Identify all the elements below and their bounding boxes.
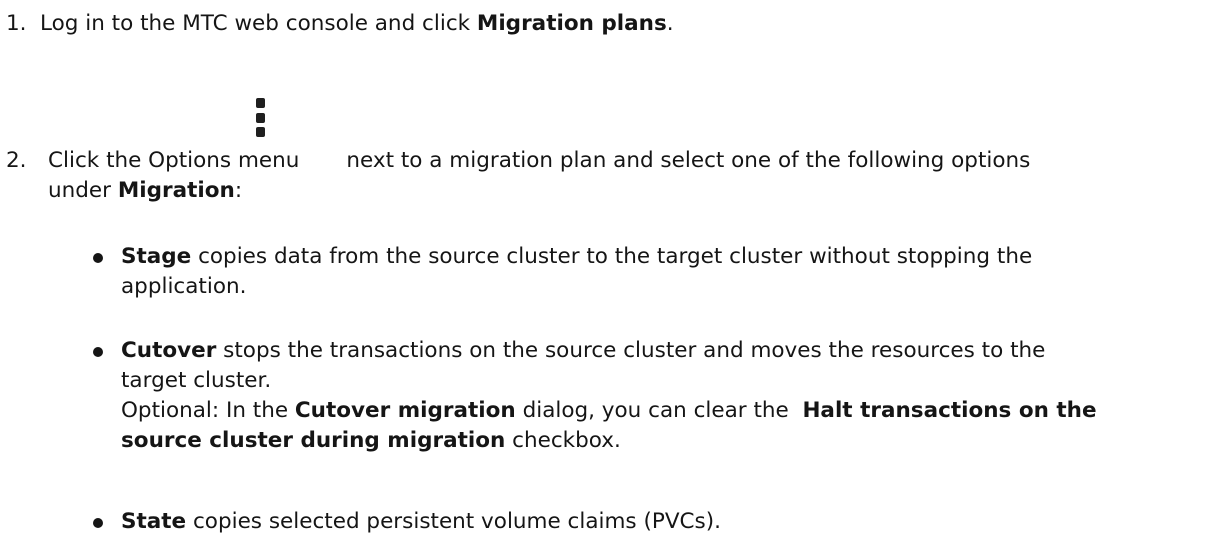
option-cutover-note-line2: source cluster during migration checkbox…	[121, 426, 621, 456]
halt-transactions-ui-label: Halt transactions on the	[802, 398, 1097, 423]
note-text: dialog, you can clear the	[515, 398, 803, 423]
option-term: Cutover	[121, 338, 217, 363]
migration-plans-ui-label: Migration plans	[476, 11, 667, 36]
step-number: 1.	[6, 11, 27, 36]
bullet-icon	[93, 347, 103, 357]
step-text-line2: under Migration:	[48, 176, 242, 206]
step-text-part: under	[48, 178, 118, 203]
option-cutover-note-line1: Optional: In the Cutover migration dialo…	[121, 396, 1097, 426]
step-text-part: :	[234, 178, 243, 203]
halt-transactions-ui-label-cont: source cluster during migration	[121, 428, 506, 453]
option-stage-line2: application.	[121, 274, 247, 299]
migration-ui-label: Migration	[117, 178, 235, 203]
step-text-part: next to a migration plan and select one …	[346, 148, 1031, 173]
option-term: State	[121, 509, 187, 534]
bullet-icon	[93, 518, 103, 528]
option-stage-line1: Stage copies data from the source cluste…	[121, 242, 1032, 272]
option-cutover-line1: Cutover stops the transactions on the so…	[121, 336, 1045, 366]
option-state-line1: State copies selected persistent volume …	[121, 507, 721, 537]
option-term: Stage	[121, 244, 192, 269]
option-text: stops the transactions on the source clu…	[216, 338, 1046, 363]
step-text-part: Log in to the MTC web console and click	[40, 11, 477, 36]
kebab-menu-icon	[255, 96, 267, 140]
option-text: copies selected persistent volume claims…	[186, 509, 721, 534]
bullet-icon	[93, 253, 103, 263]
step-text: Click the Options menu next to a migratio…	[48, 146, 1030, 176]
step-text-part: Click the Options menu	[48, 148, 300, 173]
note-text: checkbox.	[505, 428, 621, 453]
option-cutover-line2: target cluster.	[121, 368, 272, 393]
step-text: Log in to the MTC web console and click …	[40, 9, 674, 39]
note-text: Optional: In the	[121, 398, 295, 423]
step-text-part: .	[666, 11, 674, 36]
cutover-migration-ui-label: Cutover migration	[294, 398, 516, 423]
step-number: 2.	[6, 148, 27, 173]
option-text: copies data from the source cluster to t…	[191, 244, 1033, 269]
